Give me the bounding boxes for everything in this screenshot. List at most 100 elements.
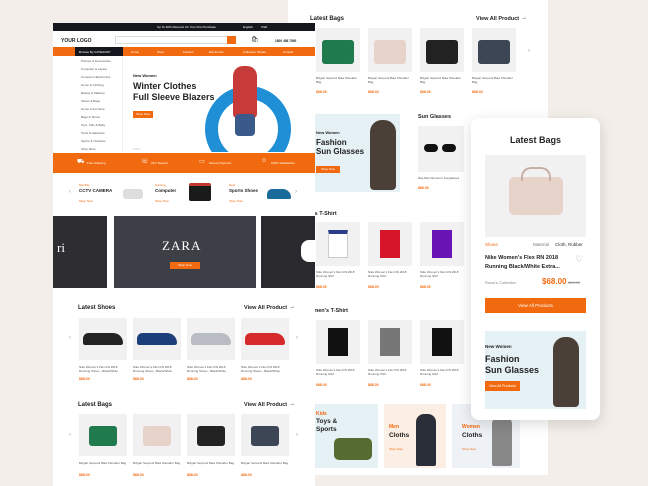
currency-select[interactable]: USD <box>261 25 267 29</box>
product-price: $68.00 <box>187 473 198 477</box>
chevron-right-icon[interactable]: › <box>296 335 298 341</box>
sidebar-item[interactable]: Bags & Shoes <box>81 115 100 119</box>
heart-icon[interactable]: ♡ <box>575 254 583 265</box>
product-image-box[interactable] <box>485 155 586 237</box>
product-price: $68.00 <box>133 473 144 477</box>
product-price: $68.00 <box>420 90 431 94</box>
product-name: Bvlgari Serpenti Baia Shoulder Bag <box>472 76 513 84</box>
banner-title: Fashion <box>485 354 520 364</box>
chevron-left-icon[interactable]: ‹ <box>69 432 71 438</box>
left-page: Up To 30% Discount On Your First Purchas… <box>53 23 315 486</box>
kids-category-tile[interactable]: Kids Toys & Sports <box>312 404 378 468</box>
arrow-icon: → <box>289 304 295 310</box>
tile-tag: Men <box>389 424 399 430</box>
product-price: $68.00 <box>316 90 327 94</box>
product-name: Nike Women's Flex RN 2018 Running Shirt <box>316 270 355 278</box>
section-title: omen's T-Shirt <box>310 308 348 314</box>
tile-title: Sports <box>316 426 337 433</box>
sidebar-item[interactable]: Toys, Kids & Baby <box>81 123 105 127</box>
swoosh-icon <box>301 240 315 262</box>
shop-now-button[interactable]: Shop Now <box>316 166 340 173</box>
product-price: $68.00 <box>316 285 327 289</box>
promo-title: Sports Shoes <box>229 188 259 193</box>
shoe-image <box>267 189 291 199</box>
product-name: Nike Women's Flex RN 2018 Running Shoes … <box>133 365 173 373</box>
section-title: Latest Bags <box>310 16 345 22</box>
promo-tile[interactable]: Gaming Computer Shop Now <box>155 181 223 207</box>
nav-item[interactable]: Home <box>131 50 139 54</box>
sidebar-item[interactable]: Shop More <box>81 147 96 151</box>
view-all-products-button[interactable]: View All Products <box>485 298 586 313</box>
shop-now-link[interactable]: Shop Now <box>389 447 403 451</box>
sidebar-item[interactable]: Shoes & Bags <box>81 99 100 103</box>
view-all-products-button[interactable]: View All Products <box>485 381 520 391</box>
sidebar-item[interactable]: Phones & Accessories <box>81 59 111 63</box>
hero-banner: New Women Winter Clothes Full Sleeve Bla… <box>125 56 311 152</box>
bag-handle <box>521 167 551 181</box>
brand-banner-left[interactable]: ri <box>53 216 107 288</box>
sidebar-item[interactable]: Consumer Electronics <box>81 75 110 79</box>
banner-title: Fashion <box>316 138 347 147</box>
product-price: $68.00 <box>368 383 379 387</box>
view-all-link[interactable]: View All Product <box>244 305 287 311</box>
product-name: Nike Women's Flex RN 2018 Running Shirt <box>368 270 407 278</box>
material-label: Material <box>533 242 550 247</box>
feature-bar: ⛟ Free Shipping ☏ 24/7 Support ▭ Secure … <box>53 153 315 173</box>
tshirt-image <box>380 328 400 356</box>
model-image <box>233 66 257 118</box>
shop-now-link[interactable]: Shop Now <box>155 199 169 203</box>
hero-tag: New Women <box>133 73 157 78</box>
tshirt-image <box>432 328 452 356</box>
search-button[interactable] <box>227 36 236 44</box>
categories-button[interactable]: Browse By CATEGORY <box>75 47 123 56</box>
chevron-right-icon[interactable]: › <box>528 48 530 54</box>
chevron-right-icon[interactable]: › <box>296 432 298 438</box>
product-price: $68.00 <box>133 377 144 381</box>
model-image <box>553 337 579 407</box>
product-name: Nike Women's Flex RN 2018 Running Shirt <box>420 270 459 278</box>
nav-item[interactable]: Electronics <box>209 50 224 54</box>
view-all-link[interactable]: View All Product <box>244 402 287 408</box>
language-select[interactable]: English <box>243 25 253 29</box>
slider-dots[interactable]: ••••• <box>133 146 140 151</box>
sunglasses-card[interactable] <box>418 126 464 172</box>
sidebar-item[interactable]: Beauty & Makeup <box>81 91 105 95</box>
chevron-left-icon[interactable]: ‹ <box>69 189 71 195</box>
nav-item[interactable]: Fashion <box>183 50 194 54</box>
logo[interactable]: YOUR LOGO <box>61 38 92 44</box>
view-all-link[interactable]: View All Product <box>476 16 519 22</box>
jeans-image <box>235 114 255 136</box>
search-input[interactable] <box>115 36 235 44</box>
tile-title: Cloths <box>462 432 483 439</box>
product-name: Bvlgari Serpenti Baia Shoulder Bag <box>79 461 127 465</box>
shop-now-link[interactable]: Shop Now <box>79 199 93 203</box>
product-name: Nike Women's Flex RN 2018 Running Shirt <box>368 368 407 376</box>
nav-item[interactable]: Collection Modes <box>243 50 266 54</box>
chevron-left-icon[interactable]: ‹ <box>69 335 71 341</box>
product-name: Bvlgari Serpenti Baia Shoulder Bag <box>368 76 409 84</box>
sidebar-item[interactable]: Sports & Outdoors <box>81 139 106 143</box>
feature-label: 24/7 Support <box>151 161 169 165</box>
nav-item[interactable]: Shop <box>157 50 164 54</box>
nav-item[interactable]: Contact <box>283 50 293 54</box>
sidebar-item[interactable]: Home & Clothing <box>81 83 104 87</box>
sidebar-item[interactable]: Tools & Hardware <box>81 131 105 135</box>
brand-banner-zara[interactable]: ZARA Shop Now <box>114 216 256 288</box>
men-category-tile[interactable]: Men Cloths Shop Now <box>384 404 446 468</box>
promo-tile[interactable]: Monthly CCTV CAMERA Shop Now <box>79 181 147 207</box>
shop-now-button[interactable]: Shop Now <box>133 111 153 118</box>
sidebar-item[interactable]: Computer & Laptop <box>81 67 107 71</box>
shop-now-button[interactable]: Shop Now <box>170 262 200 269</box>
arrow-icon: → <box>521 15 527 21</box>
sidebar-item[interactable]: Home & Furniture <box>81 107 105 111</box>
brand-banner-right[interactable] <box>261 216 315 288</box>
shoe-image <box>137 333 177 345</box>
tile-title: Toys & <box>316 418 338 425</box>
cart-icon[interactable]: 🛍 <box>251 36 259 43</box>
shop-now-link[interactable]: Shop Now <box>229 199 243 203</box>
truck-icon: ⛟ <box>77 159 85 165</box>
banner-tag: New Women <box>485 344 512 349</box>
feature-label: 100% Satisfaction <box>271 161 296 165</box>
shop-now-link[interactable]: Shop Now <box>462 447 476 451</box>
promo-tile[interactable]: New Sports Shoes Shop Now <box>229 181 297 207</box>
